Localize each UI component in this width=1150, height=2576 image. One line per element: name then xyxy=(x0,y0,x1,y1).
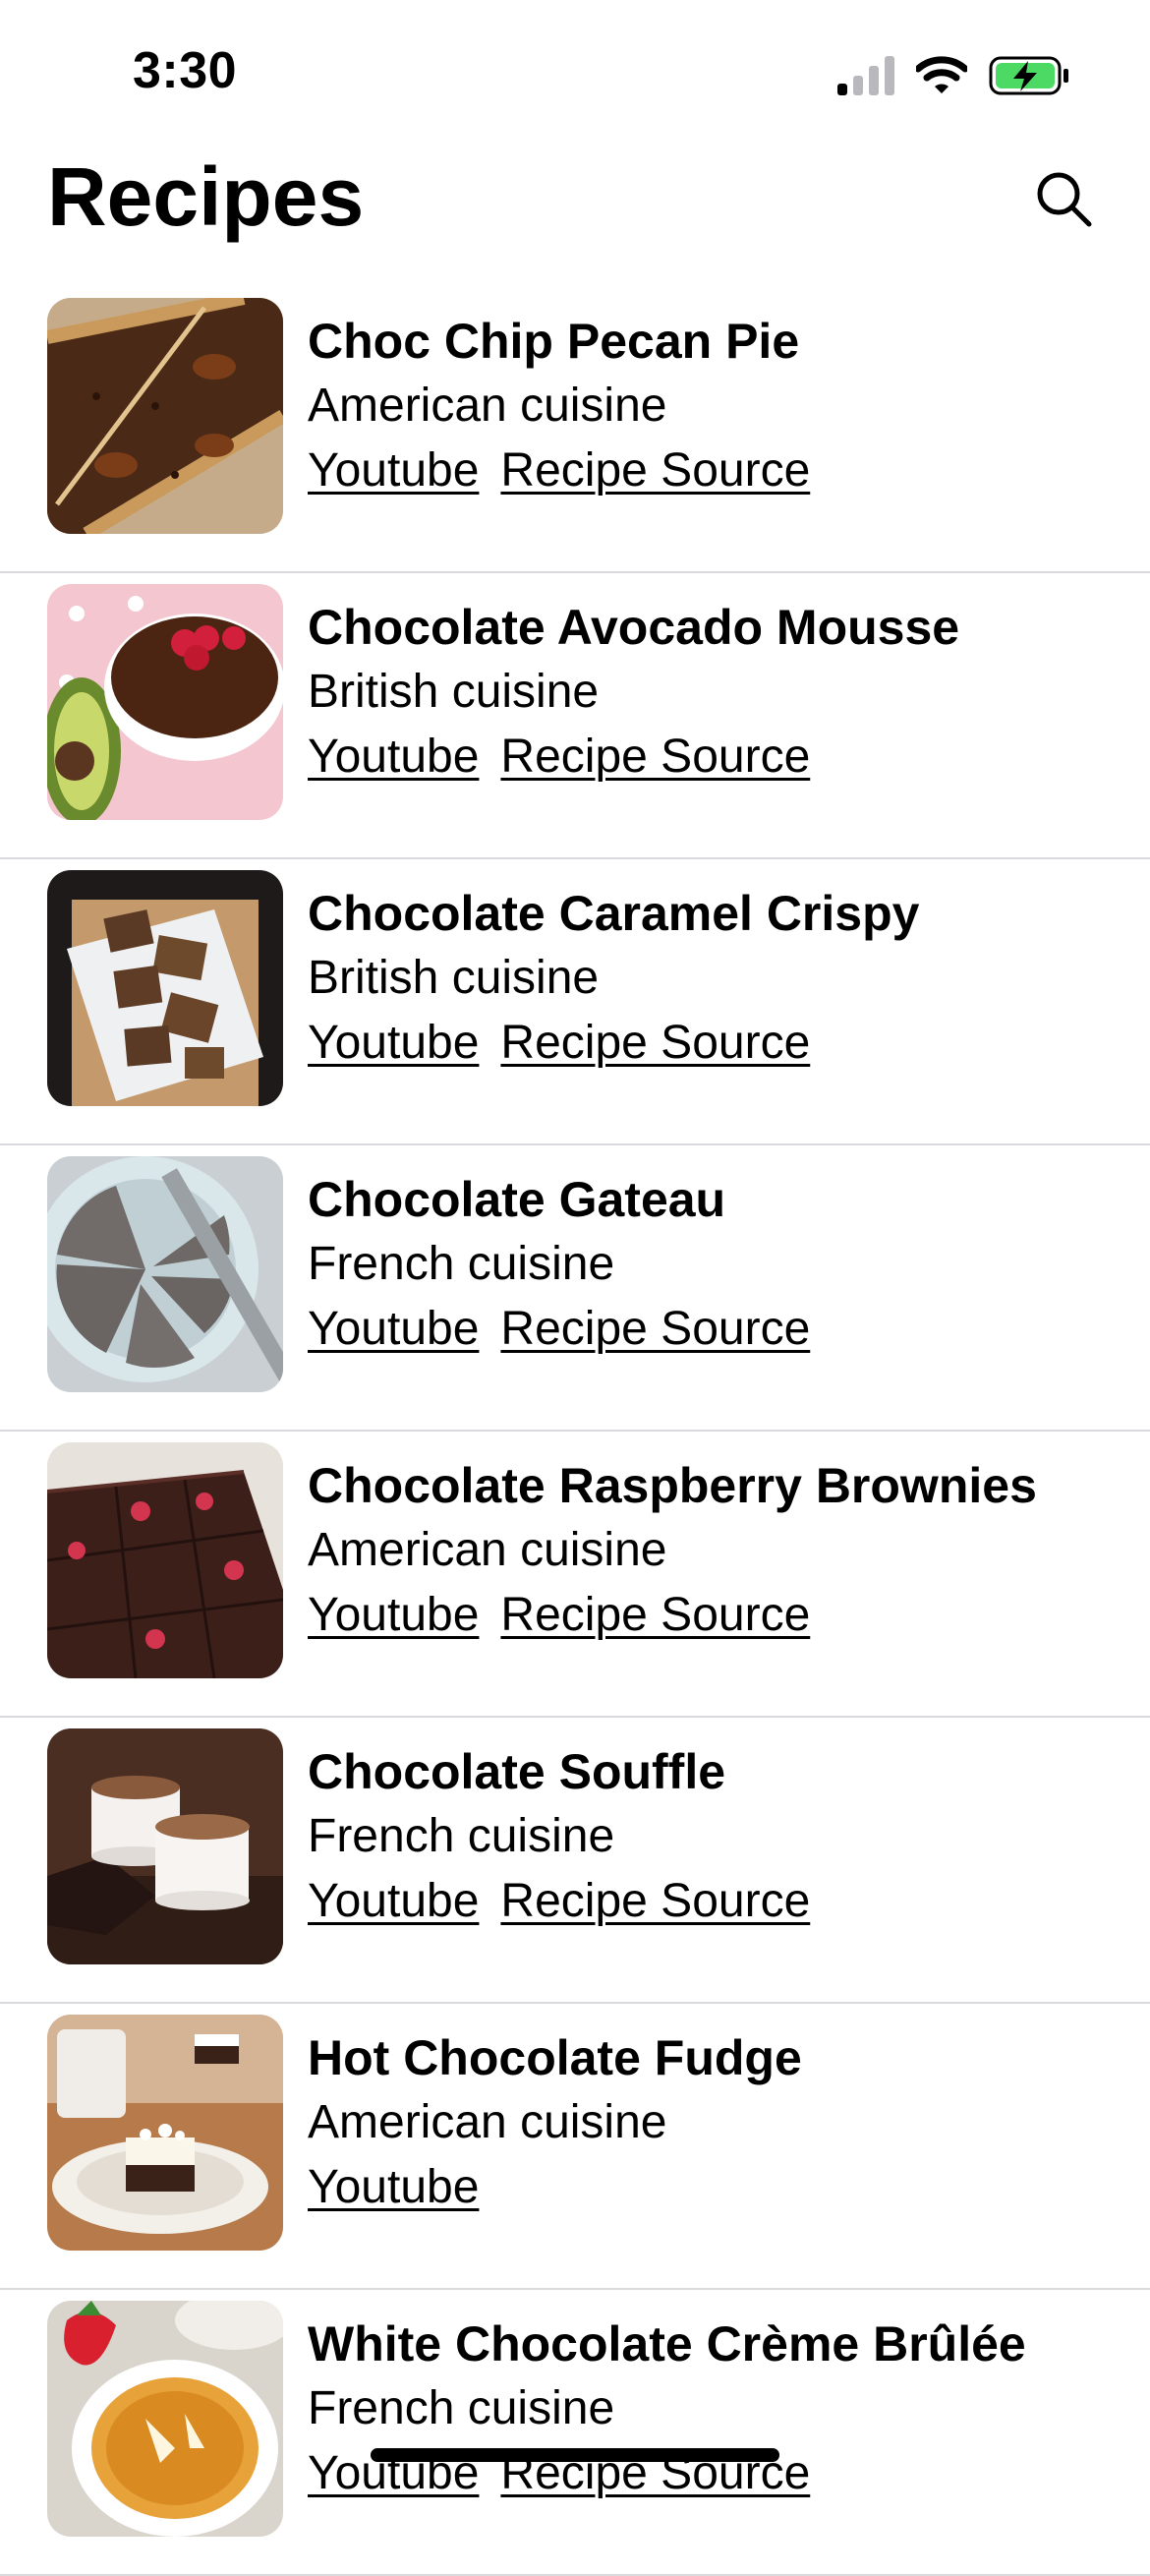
recipe-thumbnail xyxy=(47,2015,283,2251)
recipe-row[interactable]: Hot Chocolate Fudge American cuisine You… xyxy=(0,2004,1150,2290)
youtube-link[interactable]: Youtube xyxy=(308,2161,479,2213)
recipe-row[interactable]: Choc Chip Pecan Pie American cuisine You… xyxy=(0,287,1150,573)
recipe-cuisine: American cuisine xyxy=(308,1524,667,1576)
page-title: Recipes xyxy=(47,150,365,243)
recipe-name: Choc Chip Pecan Pie xyxy=(308,314,800,369)
recipe-links: Youtube Recipe Source xyxy=(308,725,1121,790)
recipe-name: Chocolate Gateau xyxy=(308,1172,726,1227)
recipe-links: Youtube Recipe Source xyxy=(308,1869,1121,1934)
recipe-links: Youtube Recipe Source xyxy=(308,439,1121,503)
recipe-cuisine: American cuisine xyxy=(308,2096,667,2148)
recipe-name: Chocolate Raspberry Brownies xyxy=(308,1458,1037,1513)
recipe-row[interactable]: Chocolate Souffle French cuisine Youtube… xyxy=(0,1718,1150,2004)
recipe-source-link[interactable]: Recipe Source xyxy=(500,731,810,783)
recipe-name: Chocolate Souffle xyxy=(308,1744,726,1799)
youtube-link[interactable]: Youtube xyxy=(308,1875,479,1927)
recipe-name: Chocolate Avocado Mousse xyxy=(308,600,960,655)
recipe-cuisine: British cuisine xyxy=(308,952,600,1004)
recipe-source-link[interactable]: Recipe Source xyxy=(500,444,810,497)
recipe-thumbnail xyxy=(47,584,283,820)
recipe-cuisine: French cuisine xyxy=(308,1238,615,1290)
recipe-cuisine: French cuisine xyxy=(308,2382,615,2434)
search-icon xyxy=(1034,169,1093,233)
recipe-row[interactable]: Chocolate Raspberry Brownies American cu… xyxy=(0,1432,1150,1718)
recipe-source-link[interactable]: Recipe Source xyxy=(500,1017,810,1069)
recipe-links: Youtube Recipe Source xyxy=(308,1297,1121,1362)
recipe-cuisine: French cuisine xyxy=(308,1810,615,1862)
youtube-link[interactable]: Youtube xyxy=(308,1589,479,1641)
home-indicator[interactable] xyxy=(371,2448,779,2462)
recipe-row[interactable]: White Chocolate Crème Brûlée French cuis… xyxy=(0,2290,1150,2576)
recipe-cuisine: British cuisine xyxy=(308,666,600,718)
recipe-row[interactable]: Chocolate Caramel Crispy British cuisine… xyxy=(0,859,1150,1145)
recipe-row[interactable]: Chocolate Avocado Mousse British cuisine… xyxy=(0,573,1150,859)
youtube-link[interactable]: Youtube xyxy=(308,1303,479,1355)
search-button[interactable] xyxy=(1024,161,1103,240)
recipe-thumbnail xyxy=(47,298,283,534)
status-icons xyxy=(837,53,1071,98)
recipe-row[interactable]: Chocolate Gateau French cuisine Youtube R… xyxy=(0,1145,1150,1432)
recipe-name: White Chocolate Crème Brûlée xyxy=(308,2316,1026,2371)
recipe-source-link[interactable]: Recipe Source xyxy=(500,1303,810,1355)
recipe-cuisine: American cuisine xyxy=(308,380,667,432)
recipe-links: Youtube Recipe Source xyxy=(308,1011,1121,1076)
cellular-signal-icon xyxy=(837,56,894,95)
youtube-link[interactable]: Youtube xyxy=(308,1017,479,1069)
recipe-thumbnail xyxy=(47,870,283,1106)
youtube-link[interactable]: Youtube xyxy=(308,731,479,783)
recipe-source-link[interactable]: Recipe Source xyxy=(500,1875,810,1927)
recipe-thumbnail xyxy=(47,1728,283,1964)
recipe-thumbnail xyxy=(47,2301,283,2537)
status-bar: 3:30 xyxy=(0,0,1150,147)
battery-charging-icon xyxy=(989,55,1071,96)
recipe-links: Youtube xyxy=(308,2155,1121,2220)
recipe-list: Choc Chip Pecan Pie American cuisine You… xyxy=(0,287,1150,2576)
youtube-link[interactable]: Youtube xyxy=(308,444,479,497)
recipe-source-link[interactable]: Recipe Source xyxy=(500,1589,810,1641)
header: Recipes xyxy=(0,147,1150,275)
recipe-thumbnail xyxy=(47,1442,283,1678)
wifi-icon xyxy=(916,56,967,95)
recipe-links: Youtube Recipe Source xyxy=(308,1583,1121,1648)
status-time: 3:30 xyxy=(133,42,238,99)
recipe-name: Chocolate Caramel Crispy xyxy=(308,886,920,941)
recipe-thumbnail xyxy=(47,1156,283,1392)
recipe-name: Hot Chocolate Fudge xyxy=(308,2030,802,2085)
